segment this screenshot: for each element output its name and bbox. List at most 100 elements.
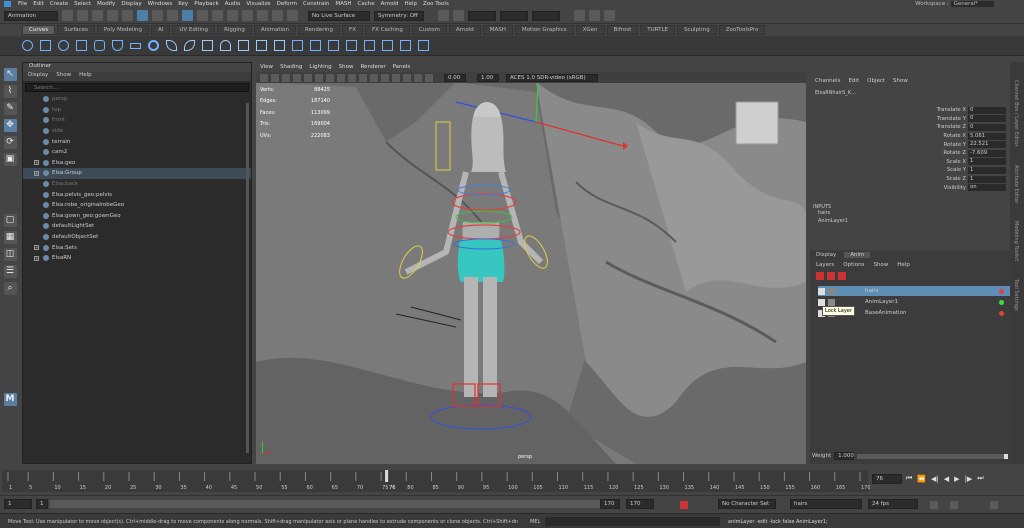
outliner-item[interactable]: cam2: [23, 147, 251, 158]
outliner-item[interactable]: Elsa:robe_originalrobeGeo: [23, 200, 251, 211]
workspace-selector[interactable]: Workspace : General*: [915, 1, 994, 7]
loft-icon[interactable]: [292, 40, 303, 51]
expand-icon[interactable]: +: [34, 245, 39, 251]
channel-row[interactable]: Scale X1: [810, 158, 1010, 167]
channel-value[interactable]: 0: [968, 123, 1006, 131]
outliner-layout-icon[interactable]: ☰: [3, 265, 17, 278]
outliner-item[interactable]: + Elsa:Group: [23, 168, 251, 179]
new-scene-icon[interactable]: [62, 10, 73, 21]
two-pane-icon[interactable]: ◫: [3, 248, 17, 261]
xray-icon[interactable]: [414, 73, 422, 82]
bezier-icon[interactable]: [238, 40, 249, 51]
nurbs-torus-icon[interactable]: [148, 40, 159, 51]
outliner-menu-help[interactable]: Help: [79, 72, 92, 81]
channel-value[interactable]: 1: [968, 158, 1006, 166]
nurbs-square-icon[interactable]: [40, 40, 51, 51]
weight-field[interactable]: 1.000: [834, 452, 855, 460]
hypershade-icon[interactable]: [589, 10, 600, 21]
current-time-marker[interactable]: [385, 470, 389, 482]
step-forward-icon[interactable]: |▶: [965, 475, 973, 483]
channel-menu-edit[interactable]: Edit: [848, 78, 859, 84]
lock-icon[interactable]: [818, 287, 825, 295]
menu-deform[interactable]: Deform: [277, 1, 297, 7]
revolve-icon[interactable]: [310, 40, 321, 51]
viewport-menu-view[interactable]: View: [260, 64, 273, 70]
channel-row[interactable]: Scale Y1: [810, 166, 1010, 175]
channel-row[interactable]: Translate X0: [810, 106, 1010, 115]
channel-value[interactable]: 0: [968, 115, 1006, 123]
single-pane-icon[interactable]: ▢: [3, 214, 17, 227]
outliner-item[interactable]: defaultLightSet: [23, 221, 251, 232]
channel-value[interactable]: 1: [968, 166, 1006, 174]
range-bar[interactable]: [50, 500, 600, 508]
playback-end-field[interactable]: 170: [600, 499, 620, 509]
outliner-menu-show[interactable]: Show: [56, 72, 71, 81]
menu-edit[interactable]: Edit: [33, 1, 44, 7]
snap-surface-icon[interactable]: [242, 10, 253, 21]
anim-menu-options[interactable]: Options: [843, 262, 864, 268]
snap-point-icon[interactable]: [227, 10, 238, 21]
anim-menu-help[interactable]: Help: [897, 262, 910, 268]
redo-icon[interactable]: [122, 10, 133, 21]
nurbs-circle-icon[interactable]: [22, 40, 33, 51]
paint-select-icon[interactable]: ✎: [3, 102, 17, 115]
channel-row[interactable]: Rotate Z -7.609: [810, 149, 1010, 158]
nurbs-cone-icon[interactable]: [112, 40, 123, 51]
x-field[interactable]: [468, 10, 496, 21]
outliner-item[interactable]: top: [23, 105, 251, 116]
outliner-item[interactable]: defaultObjectSet: [23, 232, 251, 243]
snap-curve-icon[interactable]: [212, 10, 223, 21]
grid-icon[interactable]: [304, 73, 312, 82]
shelf-tab-uv-editing[interactable]: UV Editing: [172, 25, 216, 35]
menu-create[interactable]: Create: [50, 1, 68, 7]
input-node[interactable]: hairs: [810, 210, 1010, 218]
mask-icon[interactable]: [182, 10, 193, 21]
shelf-tab-rendering[interactable]: Rendering: [297, 25, 341, 35]
outliner-item[interactable]: front: [23, 115, 251, 126]
scene-end-field[interactable]: 170: [626, 499, 654, 509]
lights-icon[interactable]: [370, 73, 378, 82]
channel-value[interactable]: 22.521: [968, 141, 1006, 149]
channel-row[interactable]: Translate Y0: [810, 115, 1010, 124]
side-tab[interactable]: Attribute Editor: [1013, 165, 1019, 203]
menu-constrain[interactable]: Constrain: [303, 1, 329, 7]
camera-icon[interactable]: [260, 73, 268, 82]
channel-row[interactable]: Scale Z1: [810, 175, 1010, 184]
shelf-tab-animation[interactable]: Animation: [253, 25, 296, 35]
ep-curve-icon[interactable]: [184, 40, 195, 51]
viewport-menu-show[interactable]: Show: [339, 64, 354, 70]
weight-slider[interactable]: [857, 453, 1008, 459]
menu-cache[interactable]: Cache: [358, 1, 375, 7]
play-forward-icon[interactable]: ▶: [954, 475, 959, 483]
shelf-tab-curves[interactable]: Curves: [22, 25, 56, 35]
menu-windows[interactable]: Windows: [148, 1, 173, 7]
zoom-tool-icon[interactable]: ⌕: [3, 282, 17, 295]
layout-toggle-icon[interactable]: [604, 10, 615, 21]
shelf-tab-motion-graphics[interactable]: Motion Graphics: [514, 25, 574, 35]
outliner-item[interactable]: persp: [23, 94, 251, 105]
outliner-item[interactable]: Elsa:back: [23, 179, 251, 190]
boundary-icon[interactable]: [382, 40, 393, 51]
open-scene-icon[interactable]: [77, 10, 88, 21]
expand-icon[interactable]: +: [34, 255, 39, 261]
command-language[interactable]: MEL: [530, 519, 540, 525]
anim-prefs-icon[interactable]: [990, 501, 998, 509]
anim-menu-layers[interactable]: Layers: [816, 262, 834, 268]
viewport-menu-lighting[interactable]: Lighting: [309, 64, 331, 70]
menu-display[interactable]: Display: [121, 1, 141, 7]
render-icon[interactable]: [272, 10, 283, 21]
select-component-icon[interactable]: [167, 10, 178, 21]
menu-key[interactable]: Key: [178, 1, 188, 7]
channel-menu-show[interactable]: Show: [893, 78, 908, 84]
render-settings-icon[interactable]: [574, 10, 585, 21]
anim-layer-dropdown[interactable]: hairs: [790, 499, 862, 509]
channel-menu-object[interactable]: Object: [867, 78, 885, 84]
layer-tab-display[interactable]: Display: [810, 251, 843, 258]
ao-icon[interactable]: [392, 73, 400, 82]
outliner-item[interactable]: + Elsa:Sets: [23, 242, 251, 253]
shelf-tab-rigging[interactable]: Rigging: [217, 25, 252, 35]
time-ruler[interactable]: 1 5 10 15 20 25 30 35 40 45 50 55 60 65 70 75 80 85 90 95 10…: [0, 468, 870, 494]
lasso-tool-icon[interactable]: ⌇: [3, 85, 17, 98]
outliner-item[interactable]: + Elsa:geo: [23, 158, 251, 169]
viewport-panel[interactable]: View Shading Lighting Show Renderer Panels 0.…: [256, 62, 806, 464]
